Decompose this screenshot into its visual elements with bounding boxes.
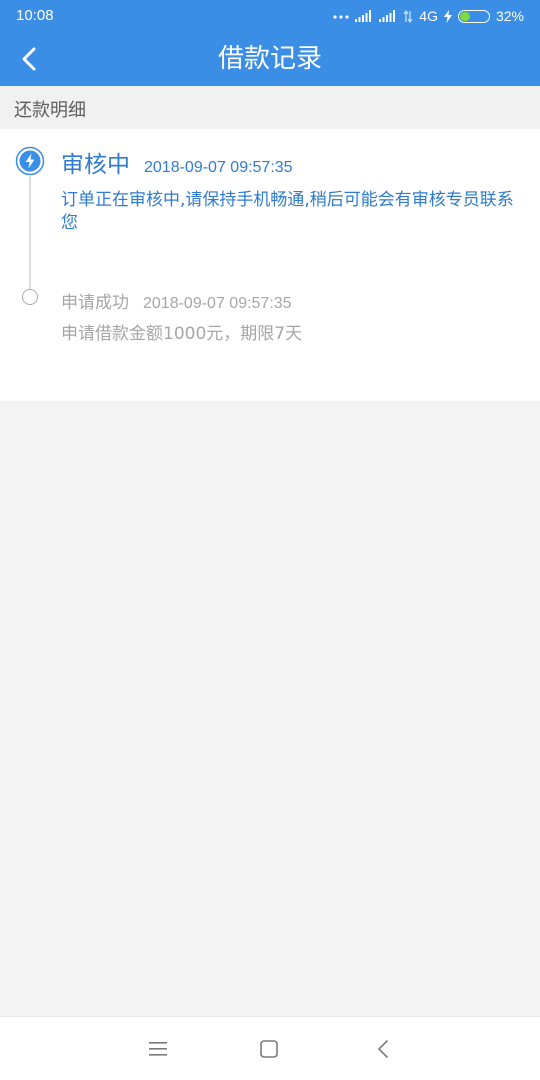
home-button[interactable] xyxy=(253,1033,285,1065)
page-title: 借款记录 xyxy=(217,44,322,74)
battery-icon xyxy=(457,9,490,23)
app-header: 借款记录 xyxy=(0,32,540,86)
signal-icon xyxy=(355,10,372,22)
battery-fill xyxy=(459,11,470,21)
status-icons: 4G 32% xyxy=(333,6,524,26)
timeline-connector xyxy=(29,176,31,290)
timeline-item-head: 申请成功 2018-09-07 09:57:35 xyxy=(61,288,526,313)
timeline-item-head: 审核中 2018-09-07 09:57:35 xyxy=(61,145,526,179)
timeline-item-reviewing: 审核中 2018-09-07 09:57:35 订单正在审核中,请保持手机畅通,… xyxy=(61,145,526,235)
home-square-icon xyxy=(260,1040,278,1058)
status-bar: 10:08 4G 32% xyxy=(0,0,540,32)
status-time: 10:08 xyxy=(16,7,54,24)
battery-percent: 32% xyxy=(495,8,524,24)
timeline-item-applied: 申请成功 2018-09-07 09:57:35 申请借款金额1000元，期限7… xyxy=(61,288,526,346)
timeline-status: 申请成功 xyxy=(61,293,129,313)
system-nav-bar xyxy=(0,1016,540,1080)
timeline-description: 申请借款金额1000元，期限7天 xyxy=(61,324,303,344)
network-type: 4G xyxy=(419,8,438,24)
timeline-status: 审核中 xyxy=(61,152,130,178)
lightning-icon xyxy=(15,146,45,176)
back-chevron-icon xyxy=(378,1040,388,1058)
section-header: 还款明细 xyxy=(0,86,540,129)
menu-button[interactable] xyxy=(142,1033,174,1065)
charging-icon xyxy=(443,9,452,23)
data-transfer-icon xyxy=(403,9,413,23)
menu-icon xyxy=(149,1042,167,1056)
more-dots-icon xyxy=(333,15,349,19)
timeline-description: 订单正在审核中,请保持手机畅通,稍后可能会有审核专员联系您 xyxy=(61,190,514,233)
timeline-time: 2018-09-07 09:57:35 xyxy=(144,159,293,176)
section-title: 还款明细 xyxy=(14,100,86,121)
signal-icon xyxy=(379,10,396,22)
circle-icon xyxy=(22,289,38,305)
timeline-time: 2018-09-07 09:57:35 xyxy=(143,295,292,312)
system-back-button[interactable] xyxy=(367,1033,399,1065)
